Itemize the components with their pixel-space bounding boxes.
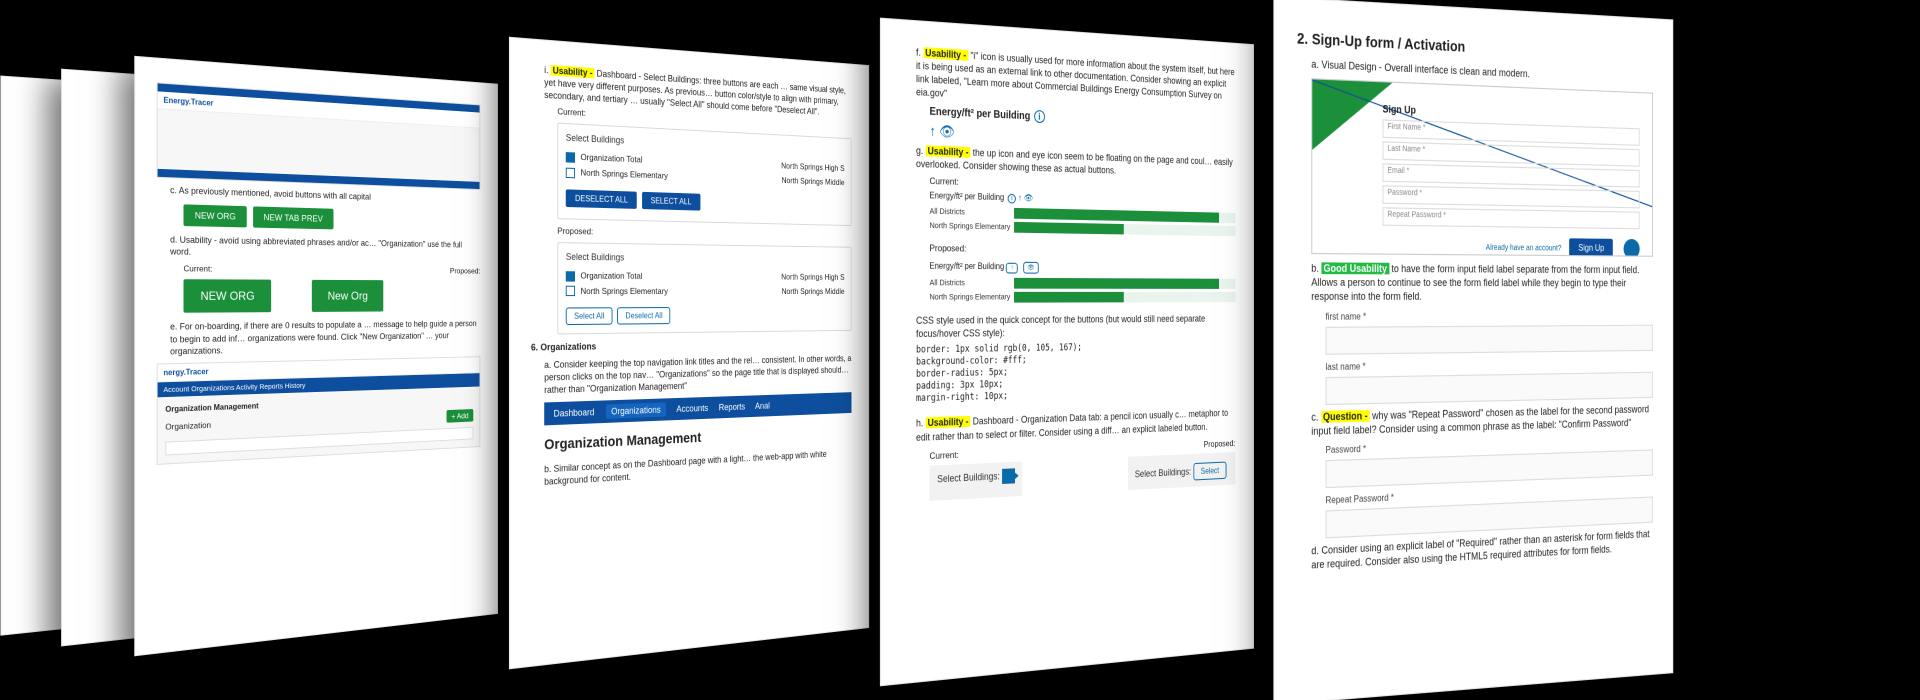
screenshot-energytracer: Energy.Tracer	[157, 82, 481, 190]
proposed-label: Proposed:	[450, 267, 480, 276]
question-tag: Question -	[1321, 409, 1370, 422]
password-input	[1325, 449, 1652, 488]
select-buildings-proposed: Select Buildings Organization TotalNorth…	[557, 242, 851, 335]
proposed-label: Proposed:	[930, 242, 1236, 256]
item-6b: b. Similar concept as on the Dashboard p…	[544, 447, 851, 488]
last-name-label: last name *	[1325, 357, 1652, 372]
select-all-button: SELECT ALL	[642, 192, 700, 211]
card-title: Select Buildings	[566, 251, 845, 264]
item-f: f. Usability - "i" icon is usually used …	[916, 46, 1235, 116]
first-name-label: first name *	[1325, 310, 1652, 322]
brand-triangle	[1312, 80, 1392, 153]
usability-tag: Usability -	[551, 65, 595, 78]
last-name-input	[1325, 371, 1652, 404]
last-name-field: Last Name *	[1383, 141, 1640, 166]
section-6-title: 6. Organizations	[531, 337, 852, 354]
usability-tag: Usability -	[923, 47, 968, 61]
new-org-button: NEW ORG	[183, 205, 246, 228]
signup-screenshot: Sign Up First Name * Last Name * Email *…	[1311, 78, 1653, 257]
item-6a: a. Consider keeping the top navigation l…	[544, 352, 851, 396]
deselect-all-button: Deselect All	[617, 307, 670, 325]
item-2c: c. Question - why was "Repeat Password" …	[1311, 402, 1653, 438]
app-brand: Energy.Tracer	[163, 96, 213, 108]
good-usability-tag: Good Usability	[1321, 263, 1389, 275]
item-d: d. Usability - avoid using abbreviated p…	[170, 234, 480, 262]
document-fan: Energy.Tracer c. As previously mentioned…	[0, 0, 1920, 700]
chart-proposed: Energy/ft² per Building ↑ 👁 All District…	[930, 258, 1236, 303]
select-all-button: Select All	[566, 308, 613, 326]
chart-current: Energy/ft² per Buildingi ↑ 👁 All Distric…	[930, 190, 1236, 236]
signup-button: Sign Up	[1569, 238, 1613, 256]
proposed-label: Proposed:	[1204, 437, 1236, 449]
password-field: Password *	[1383, 185, 1640, 208]
login-link: Already have an account?	[1486, 244, 1562, 253]
item-2b: b. Good Usability to have the form input…	[1311, 261, 1653, 304]
current-label: Current:	[930, 449, 959, 461]
review-page-4: f. Usability - "i" icon is usually used …	[880, 18, 1254, 687]
review-page-2: Energy.Tracer c. As previously mentioned…	[134, 56, 498, 657]
item-e: e. For on-boarding, if there are 0 resul…	[170, 318, 480, 357]
building-row: Organization TotalNorth Springs High S	[566, 268, 845, 284]
screenshot-onboarding: nergy.Tracer Account Organizations Activ…	[157, 356, 481, 465]
building-row: North Springs ElementaryNorth Springs Mi…	[566, 283, 845, 298]
proposed-new-org-button: New Org	[312, 280, 383, 312]
nav-active-organizations: Organizations	[606, 402, 666, 418]
select-button: Select	[1193, 461, 1226, 480]
current-new-org-button: NEW ORG	[183, 280, 270, 313]
css-intro: CSS style used in the quick concept for …	[916, 312, 1235, 340]
select-buildings-current: Select Buildings:	[930, 461, 1023, 500]
first-name-input	[1325, 324, 1652, 354]
usability-tag: Usability -	[926, 416, 971, 428]
current-label: Current:	[183, 264, 212, 274]
review-page-3: i. Usability - Dashboard - Select Buildi…	[509, 37, 869, 670]
deselect-all-button: DESELECT ALL	[566, 189, 637, 209]
select-buildings-proposed: Select Buildings: Select	[1128, 452, 1236, 490]
add-pill: + Add	[447, 409, 474, 423]
org-mgmt-heading: Organization Management	[544, 422, 851, 452]
select-buildings-current: Select Buildings Organization TotalNorth…	[557, 123, 851, 226]
info-icon: i	[1034, 109, 1045, 122]
repeat-password-field: Repeat Password *	[1383, 207, 1640, 229]
new-tab-button: NEW TAB PREV	[253, 207, 334, 230]
info-icon: i	[1008, 194, 1016, 204]
email-field: Email *	[1383, 163, 1640, 187]
usability-tag: Usability -	[926, 145, 971, 158]
org-label: Organization	[165, 420, 211, 436]
nav-screenshot: Dashboard Organizations Accounts Reports…	[544, 392, 851, 425]
avatar-icon	[1624, 239, 1640, 257]
proposed-label: Proposed:	[557, 225, 851, 241]
app-brand-2: nergy.Tracer	[163, 367, 208, 377]
pencil-icon	[1002, 468, 1015, 484]
css-snippet: border: 1px solid rgb(0, 105, 167); back…	[916, 341, 1235, 406]
review-page-5: 2. Sign-Up form / Activation a. Visual D…	[1273, 0, 1673, 700]
